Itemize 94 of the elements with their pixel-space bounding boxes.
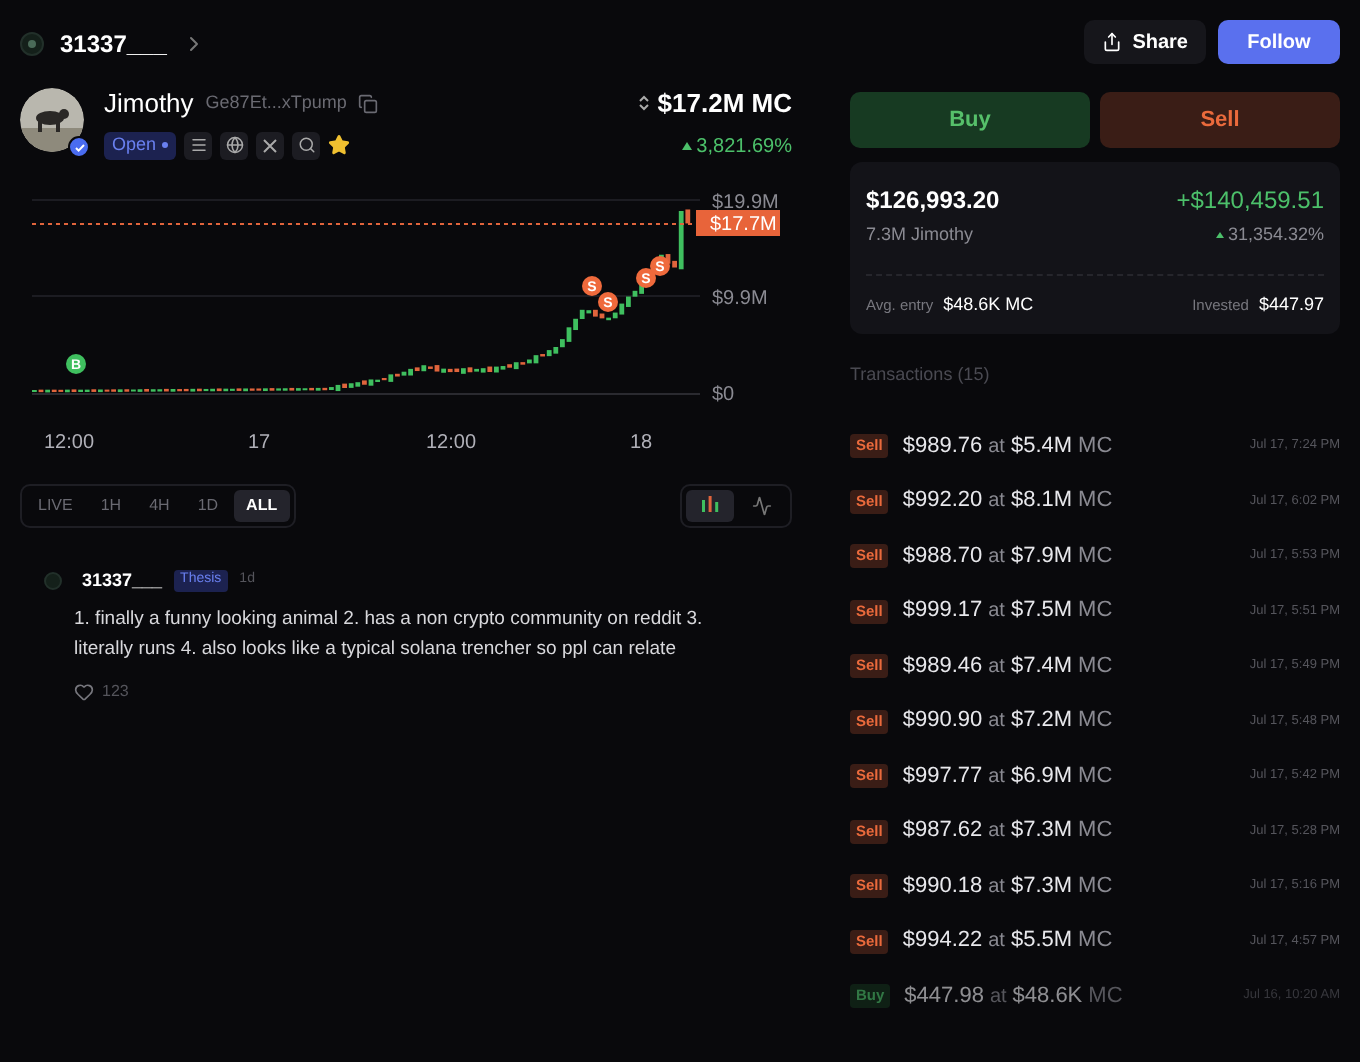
sort-icon bbox=[637, 94, 650, 113]
token-address: Ge87Et...xTpump bbox=[205, 90, 347, 116]
range-tab[interactable]: 4H bbox=[137, 489, 182, 521]
verified-icon bbox=[68, 136, 90, 158]
up-arrow-icon bbox=[1215, 232, 1224, 239]
range-tab[interactable]: 1H bbox=[88, 489, 134, 521]
transaction-amount: $997.77 bbox=[902, 761, 983, 792]
list-icon[interactable] bbox=[184, 131, 213, 159]
share-icon bbox=[1102, 32, 1123, 52]
candles-icon bbox=[700, 496, 720, 514]
invested-value: $447.97 bbox=[1258, 291, 1324, 317]
transaction-unit: MC bbox=[1078, 761, 1113, 792]
avatar-icon bbox=[20, 32, 44, 56]
range-tab[interactable]: 1D bbox=[185, 489, 231, 521]
status-badge: Open bbox=[104, 131, 177, 159]
transaction-mc: $7.9M bbox=[1010, 541, 1073, 572]
transaction-at: at bbox=[988, 598, 1005, 626]
transaction-at: at bbox=[988, 818, 1005, 846]
transaction-mc: $7.4M bbox=[1010, 651, 1073, 682]
up-arrow-icon bbox=[682, 142, 693, 150]
transaction-at: at bbox=[988, 488, 1005, 516]
transaction-amount: $994.22 bbox=[902, 926, 983, 957]
holding-amount: 7.3M Jimothy bbox=[866, 222, 974, 248]
transaction-unit: MC bbox=[1078, 596, 1113, 627]
market-cap: $17.2M MC bbox=[657, 86, 792, 122]
transaction-amount: $990.90 bbox=[902, 706, 983, 737]
transaction-amount: $990.18 bbox=[902, 871, 983, 902]
commenter-avatar bbox=[44, 571, 62, 590]
transaction-amount: $987.62 bbox=[902, 816, 983, 847]
line-chart-icon bbox=[752, 495, 772, 515]
axis-label: $19.9M bbox=[712, 191, 779, 213]
range-tab[interactable]: LIVE bbox=[26, 489, 85, 521]
transaction-unit: MC bbox=[1078, 486, 1113, 517]
buy-button[interactable]: Buy bbox=[850, 92, 1090, 148]
position-value: $126,993.20 bbox=[866, 184, 1000, 218]
axis-label: 12:00 bbox=[44, 431, 95, 453]
transaction-unit: MC bbox=[1078, 816, 1113, 847]
transaction-amount: $989.46 bbox=[902, 651, 983, 682]
transaction-amount: $992.20 bbox=[902, 486, 983, 517]
pnl-percent: 31,354.32% bbox=[1227, 222, 1324, 248]
x-logo-icon[interactable] bbox=[256, 131, 285, 159]
transaction-mc: $6.9M bbox=[1010, 761, 1073, 792]
transaction-mc: $8.1M bbox=[1010, 486, 1073, 517]
range-tab[interactable]: ALL bbox=[234, 489, 290, 521]
comment-text: 1. finally a funny looking animal 2. has a non crypto community on reddit 3. literally runs 4. also looks like a typical solana trencher so ppl can relate bbox=[74, 606, 705, 664]
transaction-unit: MC bbox=[1078, 431, 1113, 462]
transaction-mc: $7.2M bbox=[1010, 706, 1073, 737]
transaction-amount: $988.70 bbox=[902, 541, 983, 572]
candles-toggle[interactable] bbox=[686, 489, 734, 521]
transaction-mc: $5.5M bbox=[1010, 926, 1073, 957]
transaction-at: at bbox=[988, 433, 1005, 461]
axis-label: $9.9M bbox=[712, 287, 768, 309]
like-count: 123 bbox=[102, 680, 129, 704]
transaction-unit: MC bbox=[1078, 871, 1113, 902]
transaction-unit: MC bbox=[1078, 706, 1113, 737]
username[interactable]: 31337___ bbox=[60, 26, 167, 62]
transaction-at: at bbox=[988, 873, 1005, 901]
share-button[interactable]: Share bbox=[1084, 20, 1206, 64]
transaction-mc: $7.3M bbox=[1010, 816, 1073, 847]
token-name: Jimothy bbox=[104, 86, 194, 122]
transaction-unit: MC bbox=[1078, 541, 1113, 572]
search-icon[interactable] bbox=[292, 131, 321, 159]
transaction-amount: $989.76 bbox=[902, 431, 983, 462]
position-pnl: +$140,459.51 bbox=[1176, 184, 1324, 218]
transaction-mc: $7.3M bbox=[1010, 871, 1073, 902]
copy-icon[interactable] bbox=[358, 93, 379, 114]
star-icon[interactable] bbox=[328, 134, 351, 156]
transaction-unit: MC bbox=[1088, 981, 1123, 1012]
transaction-amount: $447.98 bbox=[904, 981, 984, 1012]
transaction-at: at bbox=[988, 928, 1005, 956]
transaction-at: at bbox=[988, 543, 1005, 571]
transaction-mc: $5.4M bbox=[1010, 431, 1073, 462]
transactions-title: Transactions (15) bbox=[850, 362, 992, 388]
axis-label: 18 bbox=[630, 431, 653, 453]
follow-button[interactable]: Follow bbox=[1218, 20, 1340, 64]
transaction-amount: $999.17 bbox=[902, 596, 983, 627]
transaction-at: at bbox=[988, 708, 1005, 736]
transaction-mc: $48.6K bbox=[1012, 981, 1083, 1012]
transaction-mc: $7.5M bbox=[1010, 596, 1073, 627]
price-change: 3,821.69% bbox=[696, 133, 792, 161]
transaction-unit: MC bbox=[1078, 926, 1113, 957]
transaction-unit: MC bbox=[1078, 651, 1113, 682]
transaction-at: at bbox=[988, 653, 1005, 681]
transaction-at: at bbox=[989, 983, 1007, 1011]
axis-label: $0 bbox=[712, 383, 735, 405]
comment-author: 31337___ bbox=[82, 567, 163, 593]
price-tag: $17.7M bbox=[696, 209, 780, 235]
sell-button[interactable]: Sell bbox=[1100, 92, 1340, 148]
transaction-at: at bbox=[988, 763, 1005, 791]
avg-entry-value: $48.6K MC bbox=[943, 291, 1034, 317]
axis-label: 17 bbox=[248, 431, 271, 453]
globe-icon[interactable] bbox=[220, 131, 249, 159]
like-icon[interactable] bbox=[74, 682, 94, 702]
axis-label: 12:00 bbox=[426, 431, 477, 453]
